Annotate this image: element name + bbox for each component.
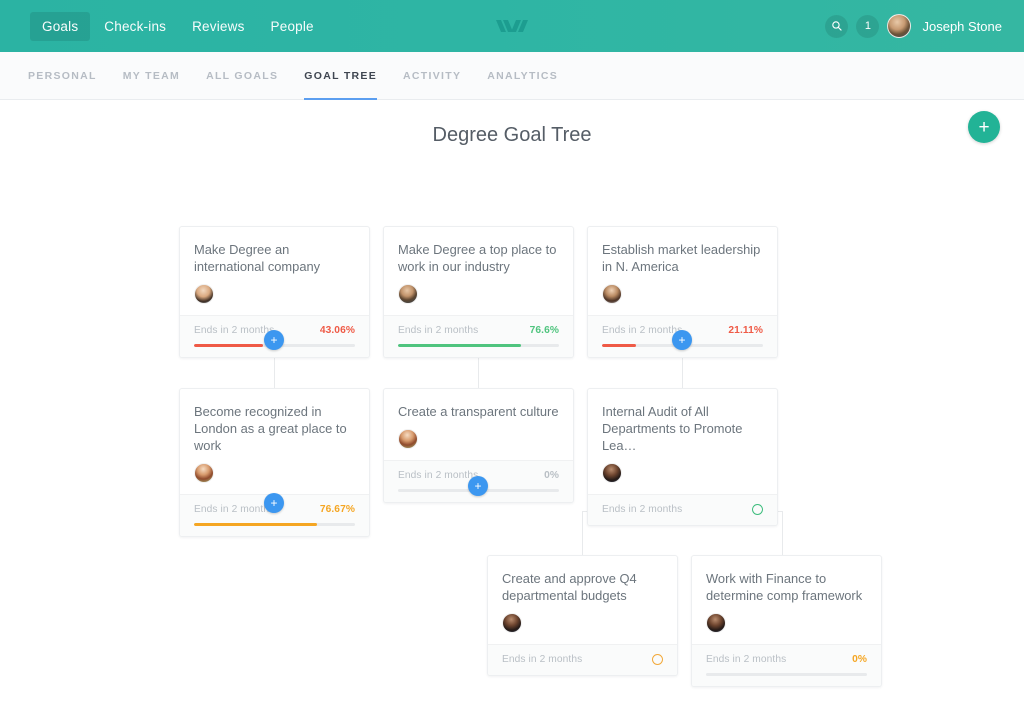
goal-due-label: Ends in 2 months — [194, 504, 274, 515]
goal-card-body: Establish market leadership in N. Americ… — [588, 227, 777, 304]
goal-title: Make Degree an international company — [194, 241, 355, 275]
goal-progress-fill — [398, 344, 521, 347]
goal-card-body: Create a transparent culture — [384, 389, 573, 449]
goal-progress-fill — [602, 344, 636, 347]
connector-branch-right — [782, 511, 783, 555]
goal-owner-avatar[interactable] — [602, 284, 622, 304]
tab-activity[interactable]: ACTIVITY — [403, 52, 461, 100]
status-badge — [752, 504, 763, 515]
goal-card[interactable]: Create and approve Q4 departmental budge… — [487, 555, 678, 676]
goal-progress-bar — [706, 673, 867, 676]
top-header: Goals Check-ins Reviews People — [0, 0, 1024, 52]
goal-card[interactable]: Internal Audit of All Departments to Pro… — [587, 388, 778, 526]
add-child-goal-button[interactable]: + — [468, 476, 488, 496]
avatar[interactable] — [887, 14, 911, 38]
goal-title: Become recognized in London as a great p… — [194, 403, 355, 454]
goal-owner-avatar[interactable] — [194, 463, 214, 483]
notification-badge[interactable]: 1 — [856, 15, 879, 38]
nav-item-reviews[interactable]: Reviews — [180, 12, 256, 41]
goal-owner-avatar[interactable] — [398, 429, 418, 449]
goal-due-label: Ends in 2 months — [602, 504, 682, 515]
nav-item-people[interactable]: People — [259, 12, 326, 41]
goal-card-footer: Ends in 2 months 76.6% — [384, 315, 573, 357]
goal-progress-fill — [194, 344, 263, 347]
goal-progress-pct: 0% — [544, 470, 559, 481]
goal-card-footer: Ends in 2 months — [588, 494, 777, 525]
add-child-goal-button[interactable]: + — [672, 330, 692, 350]
goal-card[interactable]: Become recognized in London as a great p… — [179, 388, 370, 537]
goal-progress-fill — [194, 523, 317, 526]
goal-due-label: Ends in 2 months — [602, 325, 682, 336]
goal-owner-avatar[interactable] — [194, 284, 214, 304]
app-root: Goals Check-ins Reviews People — [0, 0, 1024, 702]
add-child-goal-button[interactable]: + — [264, 493, 284, 513]
goal-card-footer: Ends in 2 months 0% — [692, 644, 881, 686]
status-badge — [652, 654, 663, 665]
goal-due-label: Ends in 2 months — [194, 325, 274, 336]
goal-due-label: Ends in 2 months — [706, 654, 786, 665]
tab-analytics[interactable]: ANALYTICS — [487, 52, 558, 100]
goal-meta-row: Ends in 2 months — [502, 654, 663, 665]
goal-card-body: Become recognized in London as a great p… — [180, 389, 369, 483]
goal-card-body: Create and approve Q4 departmental budge… — [488, 556, 677, 633]
goal-progress-pct: 21.11% — [728, 325, 763, 336]
goal-meta-row: Ends in 2 months 0% — [706, 654, 867, 665]
goal-tree-canvas: Make Degree an international company End… — [0, 100, 1024, 702]
goal-card-body: Work with Finance to determine comp fram… — [692, 556, 881, 633]
company-logo[interactable] — [492, 14, 532, 38]
goal-owner-avatar[interactable] — [398, 284, 418, 304]
search-icon[interactable] — [825, 15, 848, 38]
goal-progress-bar — [194, 523, 355, 526]
goal-progress-pct: 43.06% — [320, 325, 355, 336]
tab-all-goals[interactable]: ALL GOALS — [206, 52, 278, 100]
goal-owner-avatar[interactable] — [706, 613, 726, 633]
goal-card-body: Make Degree an international company — [180, 227, 369, 304]
user-name[interactable]: Joseph Stone — [922, 19, 1002, 34]
goal-meta-row: Ends in 2 months 76.6% — [398, 325, 559, 336]
tab-goal-tree[interactable]: GOAL TREE — [304, 52, 377, 100]
goal-title: Create a transparent culture — [398, 403, 559, 420]
header-actions: 1 Joseph Stone — [825, 0, 1024, 52]
goal-due-label: Ends in 2 months — [502, 654, 582, 665]
goal-owner-avatar[interactable] — [502, 613, 522, 633]
goal-title: Work with Finance to determine comp fram… — [706, 570, 867, 604]
goal-progress-bar — [398, 344, 559, 347]
add-child-goal-button[interactable]: + — [264, 330, 284, 350]
goal-due-label: Ends in 2 months — [398, 325, 478, 336]
goal-card-body: Internal Audit of All Departments to Pro… — [588, 389, 777, 483]
nav-item-goals[interactable]: Goals — [30, 12, 90, 41]
tab-my-team[interactable]: MY TEAM — [123, 52, 180, 100]
goal-progress-pct: 76.6% — [530, 325, 559, 336]
goal-title: Create and approve Q4 departmental budge… — [502, 570, 663, 604]
nav-item-check-ins[interactable]: Check-ins — [92, 12, 178, 41]
goal-card[interactable]: Make Degree a top place to work in our i… — [383, 226, 574, 358]
goal-progress-pct: 0% — [852, 654, 867, 665]
goal-due-label: Ends in 2 months — [398, 470, 478, 481]
goal-card[interactable]: Work with Finance to determine comp fram… — [691, 555, 882, 687]
goal-card-body: Make Degree a top place to work in our i… — [384, 227, 573, 304]
goal-owner-avatar[interactable] — [602, 463, 622, 483]
secondary-nav: PERSONAL MY TEAM ALL GOALS GOAL TREE ACT… — [0, 52, 1024, 100]
goal-title: Internal Audit of All Departments to Pro… — [602, 403, 763, 454]
goal-title: Make Degree a top place to work in our i… — [398, 241, 559, 275]
goal-progress-pct: 76.67% — [320, 504, 355, 515]
primary-nav: Goals Check-ins Reviews People — [30, 12, 326, 41]
goal-title: Establish market leadership in N. Americ… — [602, 241, 763, 275]
goal-card-footer: Ends in 2 months — [488, 644, 677, 675]
secondary-nav-tabs: PERSONAL MY TEAM ALL GOALS GOAL TREE ACT… — [0, 52, 1024, 100]
goal-meta-row: Ends in 2 months — [602, 504, 763, 515]
connector-branch-left — [582, 511, 583, 555]
tab-personal[interactable]: PERSONAL — [28, 52, 97, 100]
